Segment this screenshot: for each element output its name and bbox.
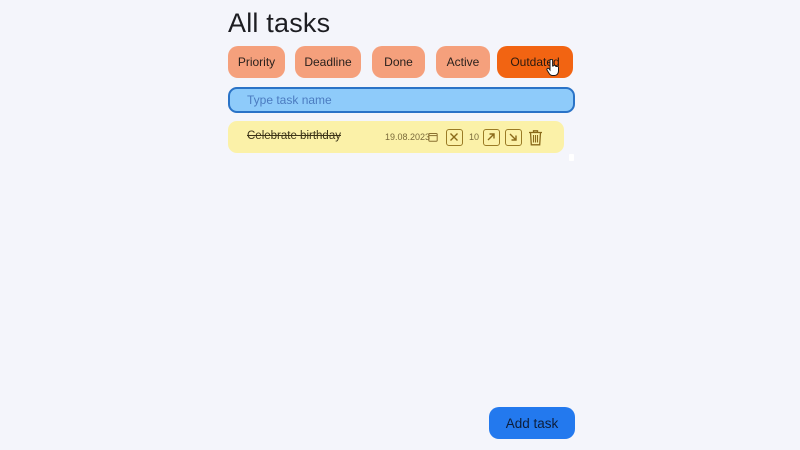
filter-active-button[interactable]: Active bbox=[436, 46, 490, 78]
task-priority-value: 10 bbox=[469, 132, 480, 142]
decrease-priority-button[interactable] bbox=[505, 129, 522, 146]
filter-outdated-button[interactable]: Outdated bbox=[497, 46, 573, 78]
scrollbar[interactable] bbox=[569, 154, 574, 161]
task-search-input[interactable] bbox=[228, 87, 575, 113]
task-deadline-date: 19.08.2023 bbox=[385, 132, 431, 142]
add-task-button[interactable]: Add task bbox=[489, 407, 575, 439]
task-name: Celebrate birthday bbox=[247, 130, 341, 142]
arrow-up-right-icon bbox=[487, 133, 495, 141]
close-icon bbox=[450, 133, 458, 141]
trash-icon[interactable] bbox=[528, 129, 543, 146]
mark-undone-button[interactable] bbox=[446, 129, 463, 146]
filter-deadline-button[interactable]: Deadline bbox=[295, 46, 361, 78]
filter-done-button[interactable]: Done bbox=[372, 46, 425, 78]
increase-priority-button[interactable] bbox=[483, 129, 500, 146]
calendar-icon[interactable] bbox=[428, 132, 438, 142]
arrow-down-right-icon bbox=[509, 133, 517, 141]
hand-cursor-icon bbox=[546, 59, 559, 76]
page-title: All tasks bbox=[228, 8, 331, 38]
task-item: Celebrate birthday 19.08.2023 10 bbox=[228, 121, 564, 153]
filter-priority-button[interactable]: Priority bbox=[228, 46, 285, 78]
